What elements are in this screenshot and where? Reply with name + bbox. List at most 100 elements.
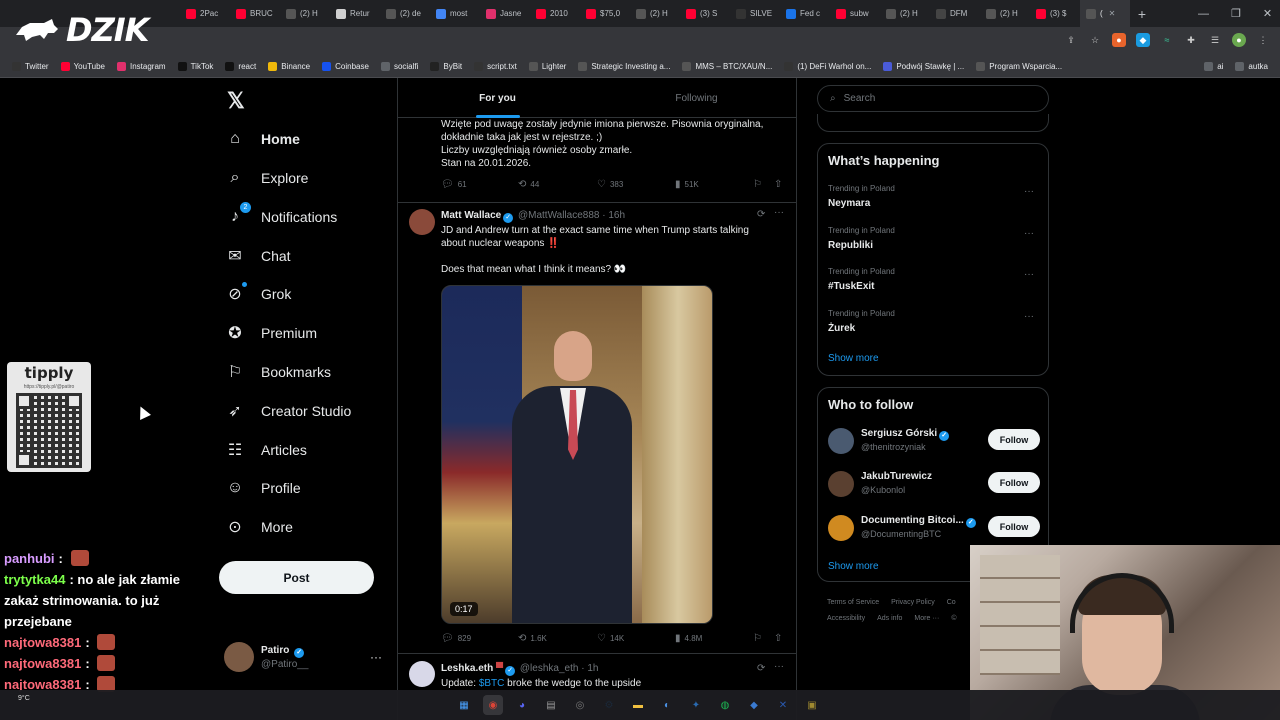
video-player[interactable]: 0:17 xyxy=(441,285,713,624)
views-button[interactable]: ▮ 51K xyxy=(675,179,699,190)
repost-button[interactable]: ⟲ 44 xyxy=(518,179,539,190)
bookmark-item[interactable]: Binance xyxy=(262,62,316,71)
browser-tab[interactable]: Retur xyxy=(330,0,380,27)
browser-tab[interactable]: BRUC xyxy=(230,0,280,27)
close-tab-icon[interactable]: ✕ xyxy=(1109,9,1116,18)
bookmark-item[interactable]: (1) DeFi Warhol on... xyxy=(778,62,877,71)
nav-item-articles[interactable]: ☷ Articles xyxy=(225,435,307,465)
privacy-link[interactable]: Privacy Policy xyxy=(891,599,935,606)
steam-icon[interactable]: ⚙ xyxy=(599,695,619,715)
post-button[interactable]: Post xyxy=(219,561,374,594)
follow-suggestion[interactable]: Documenting Bitcoi... ✓ @DocumentingBTC Fol… xyxy=(828,513,1040,547)
bookmark-item[interactable]: Instagram xyxy=(111,62,172,71)
like-button[interactable]: ♡ 14K xyxy=(597,633,624,644)
avatar[interactable] xyxy=(828,428,854,454)
app2-icon[interactable]: ✦ xyxy=(686,695,706,715)
browser-tab[interactable]: (3) S xyxy=(680,0,730,27)
account-switcher[interactable]: Patiro ✓ @Patiro__ ··· xyxy=(224,642,384,676)
author-handle[interactable]: @leshka_eth xyxy=(520,663,579,674)
avatar[interactable] xyxy=(828,515,854,541)
windows-icon[interactable]: ▦ xyxy=(454,695,474,715)
maximize-button[interactable]: ❐ xyxy=(1231,7,1241,20)
more-dots-icon[interactable]: ··· xyxy=(1024,269,1034,280)
more-dots-icon[interactable]: ··· xyxy=(370,650,382,664)
post-time[interactable]: · 16h xyxy=(602,210,625,221)
cashtag-link[interactable]: $BTC xyxy=(479,678,505,689)
browser-tab[interactable]: 2010 xyxy=(530,0,580,27)
show-more-trends-link[interactable]: Show more xyxy=(828,353,879,364)
nav-item-profile[interactable]: ☺ Profile xyxy=(225,473,301,503)
bookmark-item[interactable]: YouTube xyxy=(55,62,111,71)
bookmark-item[interactable]: Coinbase xyxy=(316,62,375,71)
tab-following[interactable]: Following xyxy=(597,78,796,118)
browser-tab[interactable]: most xyxy=(430,0,480,27)
more-dots-icon[interactable]: ··· xyxy=(774,661,784,672)
app-icon[interactable]: ◐ xyxy=(657,695,677,715)
nav-item-grok[interactable]: ⊘ Grok xyxy=(225,279,291,309)
bookmark-folder[interactable]: ai xyxy=(1198,62,1229,71)
bookmark-item[interactable]: react xyxy=(219,62,262,71)
tab-for-you[interactable]: For you xyxy=(398,78,597,118)
avatar[interactable] xyxy=(409,209,435,235)
chrome-icon[interactable]: ◉ xyxy=(483,695,503,715)
post-time[interactable]: · 1h xyxy=(581,663,598,674)
browser-tab[interactable]: $75,0 xyxy=(580,0,630,27)
browser-tab[interactable]: Jasne xyxy=(480,0,530,27)
more-link[interactable]: More ··· xyxy=(914,615,939,622)
author-name[interactable]: Leshka.eth xyxy=(441,663,493,674)
bookmark-item[interactable]: Program Wsparcia... xyxy=(970,62,1068,71)
nav-item-explore[interactable]: ⌕ Explore xyxy=(225,163,309,193)
extension-fox-icon[interactable]: ● xyxy=(1112,33,1126,47)
x-logo-icon[interactable]: 𝕏 xyxy=(227,88,245,114)
follow-button[interactable]: Follow xyxy=(988,516,1040,537)
author-handle[interactable]: @MattWallace888 xyxy=(518,210,599,221)
explorer-icon[interactable]: ▬ xyxy=(628,695,648,715)
bookmark-item[interactable]: ByBit xyxy=(424,62,468,71)
minimize-button[interactable]: — xyxy=(1198,8,1209,20)
bookmark-item[interactable]: Podwój Stawkę | ... xyxy=(877,62,970,71)
obs-icon[interactable]: ◎ xyxy=(570,695,590,715)
more-dots-icon[interactable]: ··· xyxy=(774,207,784,218)
browser-tab[interactable]: DFM xyxy=(930,0,980,27)
spotify-icon[interactable]: ◍ xyxy=(715,695,735,715)
more-dots-icon[interactable]: ··· xyxy=(1024,228,1034,239)
new-tab-button[interactable]: + xyxy=(1130,0,1154,27)
bookmark-item[interactable]: Twitter xyxy=(6,62,55,71)
nav-item-creator-studio[interactable]: ➶ Creator Studio xyxy=(225,396,351,426)
bookmark-item[interactable]: TikTok xyxy=(172,62,220,71)
terms-link[interactable]: Terms of Service xyxy=(827,599,879,606)
follow-suggestion[interactable]: Sergiusz Górski ✓ @thenitrozyniak Follow xyxy=(828,426,1040,460)
close-window-button[interactable]: ✕ xyxy=(1263,7,1272,20)
bookmark-item[interactable]: socialfi xyxy=(375,62,424,71)
browser-tab[interactable]: subw xyxy=(830,0,880,27)
browser-tab[interactable]: (2) H xyxy=(880,0,930,27)
cookie-link[interactable]: Co xyxy=(947,599,956,606)
browser-tab[interactable]: Fed c xyxy=(780,0,830,27)
weather-widget[interactable]: 9°C xyxy=(18,695,30,702)
like-button[interactable]: ♡ 383 xyxy=(597,179,623,190)
bookmark-folder[interactable]: autka xyxy=(1229,62,1274,71)
avatar[interactable] xyxy=(828,471,854,497)
bookmark-item[interactable]: Strategic Investing a... xyxy=(572,62,676,71)
trend-item[interactable]: Trending in Poland #TuskExit ··· xyxy=(828,267,1040,303)
reading-list-icon[interactable]: ☰ xyxy=(1208,33,1222,47)
browser-tab[interactable]: (2) de xyxy=(380,0,430,27)
show-more-follow-link[interactable]: Show more xyxy=(828,561,879,572)
app4-icon[interactable]: ▣ xyxy=(802,695,822,715)
bookmark-button[interactable]: ⚐ xyxy=(753,633,762,644)
extension-green-icon[interactable]: ≈ xyxy=(1160,33,1174,47)
trend-item[interactable]: Trending in Poland Republiki ··· xyxy=(828,226,1040,262)
avatar[interactable] xyxy=(409,661,435,687)
reply-button[interactable]: 💬︎ 829 xyxy=(441,633,471,644)
nav-item-home[interactable]: ⌂ Home xyxy=(225,124,300,154)
share-button[interactable]: ⇧ xyxy=(774,633,782,644)
x-app-icon[interactable]: ✕ xyxy=(773,695,793,715)
trend-item[interactable]: Trending in Poland Żurek ··· xyxy=(828,309,1040,345)
discord-icon[interactable]: ◕ xyxy=(512,695,532,715)
browser-tab[interactable]: (2) H xyxy=(280,0,330,27)
browser-tab[interactable]: SILVE xyxy=(730,0,780,27)
share-button[interactable]: ⇧ xyxy=(774,179,782,190)
extensions-puzzle-icon[interactable]: ✚ xyxy=(1184,33,1198,47)
browser-tab[interactable]: (2) H xyxy=(980,0,1030,27)
bookmark-button[interactable]: ⚐ xyxy=(753,179,762,190)
